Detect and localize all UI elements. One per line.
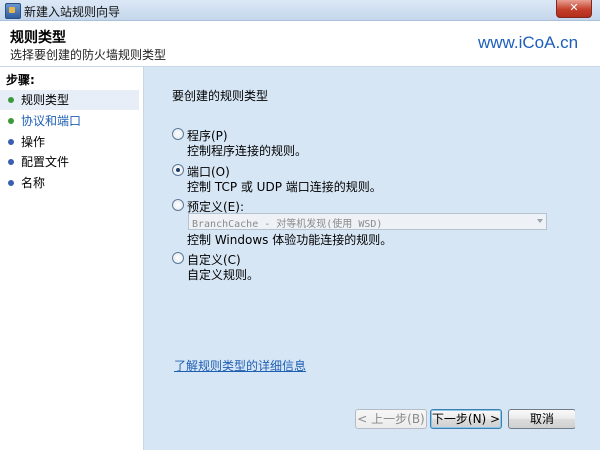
step-label: 规则类型 xyxy=(21,93,70,107)
select-value: BranchCache - 对等机发现(使用 WSD) xyxy=(192,219,383,230)
more-info-link[interactable]: 了解规则类型的详细信息 xyxy=(174,357,306,374)
step-label: 名称 xyxy=(21,176,46,190)
option-description: 控制 TCP 或 UDP 端口连接的规则。 xyxy=(187,180,382,194)
window-bottom-edge xyxy=(144,440,600,450)
option-description: 控制 Windows 体验功能连接的规则。 xyxy=(187,233,393,247)
radio-custom[interactable] xyxy=(172,252,184,264)
option-description: 自定义规则。 xyxy=(187,268,260,282)
steps-heading: 步骤: xyxy=(6,73,35,87)
step-bullet-icon xyxy=(8,97,14,103)
next-button[interactable]: 下一步(N) > xyxy=(430,409,502,429)
step-bullet-icon xyxy=(8,118,14,124)
step-protocol-ports[interactable]: 协议和端口 xyxy=(0,111,139,131)
steps-sidebar: 步骤: 规则类型 协议和端口 操作 配置文件 名称 xyxy=(0,67,144,450)
rule-type-prompt: 要创建的规则类型 xyxy=(172,89,269,103)
wizard-app-icon xyxy=(5,3,21,19)
step-profile: 配置文件 xyxy=(0,152,139,172)
step-label: 协议和端口 xyxy=(21,114,82,128)
window-title: 新建入站规则向导 xyxy=(24,5,121,19)
radio-predefined[interactable] xyxy=(172,199,184,211)
page-title: 规则类型 xyxy=(10,30,66,46)
back-button[interactable]: < 上一步(B) xyxy=(355,409,427,429)
wizard-header: 规则类型 选择要创建的防火墙规则类型 www.iCoA.cn xyxy=(0,21,600,67)
page-subtitle: 选择要创建的防火墙规则类型 xyxy=(10,48,167,62)
title-bar: 新建入站规则向导 ✕ xyxy=(0,0,600,21)
wizard-content: 要创建的规则类型 程序(P) 控制程序连接的规则。 端口(O) 控制 TCP 或… xyxy=(144,67,576,440)
window-right-edge xyxy=(575,67,600,440)
predefined-rule-select[interactable]: BranchCache - 对等机发现(使用 WSD) xyxy=(188,213,547,230)
dropdown-arrow-icon xyxy=(537,219,543,223)
radio-port[interactable] xyxy=(172,164,184,176)
step-name: 名称 xyxy=(0,173,139,193)
option-description: 控制程序连接的规则。 xyxy=(187,144,308,158)
radio-program[interactable] xyxy=(172,128,184,140)
step-label: 操作 xyxy=(21,135,46,149)
cancel-button[interactable]: 取消 xyxy=(508,409,576,429)
step-action: 操作 xyxy=(0,132,139,152)
site-watermark: www.iCoA.cn xyxy=(478,33,579,52)
step-rule-type[interactable]: 规则类型 xyxy=(0,90,139,110)
step-bullet-icon xyxy=(8,180,14,186)
step-bullet-icon xyxy=(8,139,14,145)
step-bullet-icon xyxy=(8,159,14,165)
close-button[interactable]: ✕ xyxy=(556,0,592,18)
step-label: 配置文件 xyxy=(21,155,70,169)
